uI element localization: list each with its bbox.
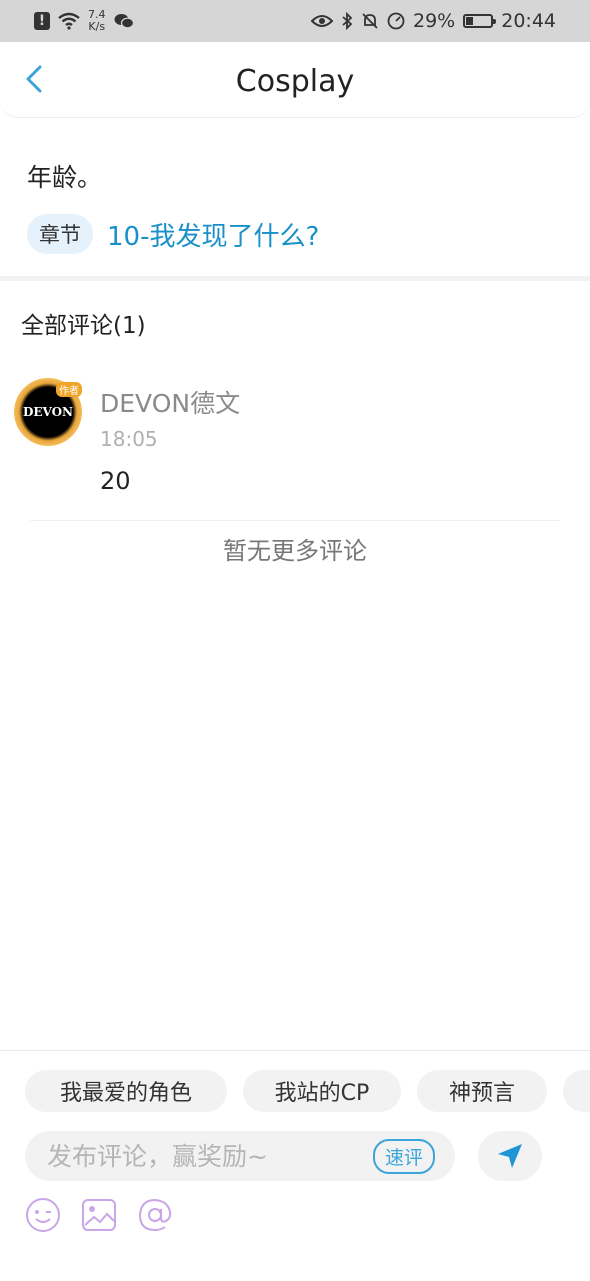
send-button[interactable] — [478, 1131, 542, 1181]
mention-icon — [138, 1198, 172, 1232]
comment-username[interactable]: DEVON德文 — [100, 384, 240, 420]
page-title: Cosplay — [235, 64, 355, 99]
topic-chip[interactable]: 我最爱的角色 — [25, 1070, 227, 1112]
mute-bell-icon — [362, 13, 378, 29]
comments-section-title: 全部评论(1) — [21, 313, 146, 339]
quick-review-button[interactable]: 速评 — [372, 1138, 435, 1174]
status-bar-right: 29% 20:44 — [311, 10, 556, 32]
quick-topic-chips: 我最爱的角色 我站的CP 神预言 — [25, 1070, 590, 1112]
send-icon — [498, 1144, 522, 1168]
comment-input[interactable] — [45, 1140, 349, 1172]
composer-tools — [25, 1197, 173, 1233]
mention-button[interactable] — [137, 1197, 173, 1233]
network-speed: 7.4 K/s — [88, 9, 106, 33]
battery-percent: 29% — [413, 10, 456, 32]
clock: 20:44 — [501, 10, 556, 32]
comment-item[interactable]: DEVON 作者 DEVON德文 18:05 20 — [14, 378, 574, 518]
bluetooth-icon — [342, 12, 353, 30]
image-icon — [82, 1199, 116, 1231]
status-bar: ! 7.4 K/s 29% 20:44 — [0, 0, 590, 42]
comment-input-box[interactable]: 速评 — [25, 1131, 455, 1181]
avatar-text: DEVON — [22, 405, 74, 419]
emoji-button[interactable] — [25, 1197, 61, 1233]
post-text: 年龄。 — [27, 163, 103, 192]
author-badge: 作者 — [56, 382, 82, 397]
wechat-icon — [114, 14, 134, 29]
chapter-row[interactable]: 章节 10-我发现了什么? — [27, 214, 319, 254]
chapter-link[interactable]: 10-我发现了什么? — [107, 216, 319, 253]
topic-chip[interactable]: 神预言 — [417, 1070, 547, 1112]
emoji-icon — [26, 1198, 60, 1232]
status-bar-left: ! 7.4 K/s — [34, 9, 134, 33]
chapter-tag: 章节 — [27, 214, 93, 254]
wifi-icon — [58, 12, 80, 30]
network-speed-unit: K/s — [88, 20, 106, 33]
comment-body: 20 — [100, 467, 131, 495]
image-button[interactable] — [81, 1197, 117, 1233]
topic-chip[interactable]: 我站的CP — [243, 1070, 401, 1112]
eye-icon — [311, 15, 333, 27]
section-divider — [0, 276, 590, 281]
topic-chip[interactable] — [563, 1070, 590, 1112]
alert-icon: ! — [34, 12, 50, 30]
speedometer-icon — [387, 12, 405, 30]
nav-header: Cosplay — [0, 42, 590, 118]
comment-composer: 我最爱的角色 我站的CP 神预言 速评 — [0, 1050, 590, 1281]
battery-icon — [463, 14, 497, 28]
comment-time: 18:05 — [100, 427, 158, 451]
comment-divider — [30, 520, 560, 521]
no-more-comments: 暂无更多评论 — [223, 537, 367, 565]
